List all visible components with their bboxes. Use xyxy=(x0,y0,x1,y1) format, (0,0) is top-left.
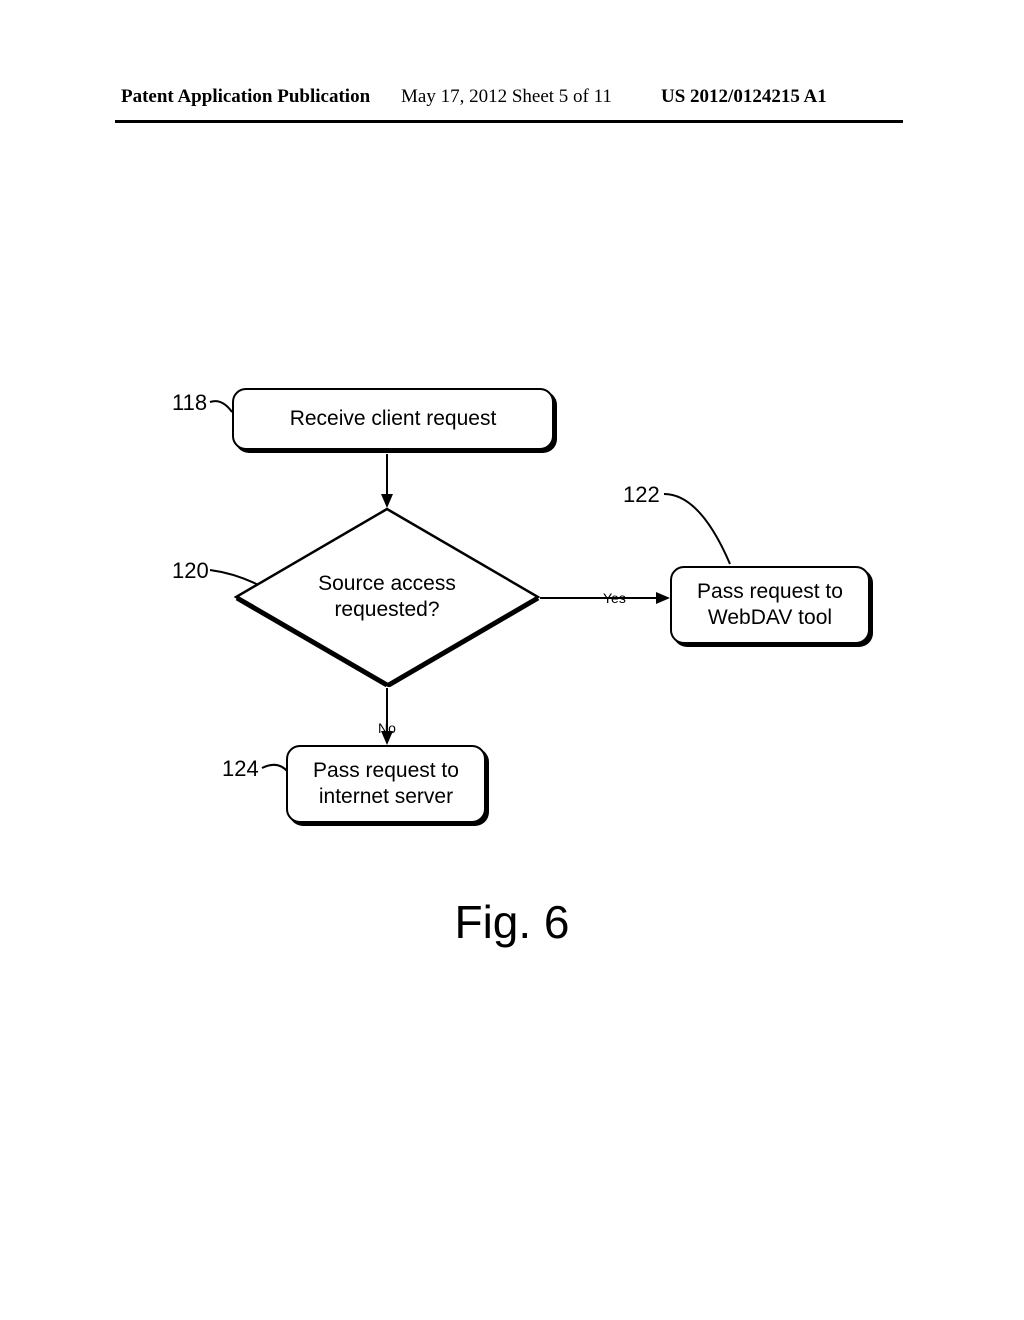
figure-caption: Fig. 6 xyxy=(0,895,1024,949)
decision-source-access-requested: Source access requested? xyxy=(234,507,540,687)
ref-120: 120 xyxy=(172,558,209,584)
box-124-text: Pass request to internet server xyxy=(313,758,459,811)
process-pass-to-webdav-tool: Pass request to WebDAV tool xyxy=(670,566,870,644)
ref-118: 118 xyxy=(172,390,207,416)
ref-122: 122 xyxy=(623,482,660,508)
box-122-text: Pass request to WebDAV tool xyxy=(697,579,843,632)
process-pass-to-internet-server: Pass request to internet server xyxy=(286,745,486,823)
process-receive-client-request: Receive client request xyxy=(232,388,554,450)
box-118-text: Receive client request xyxy=(290,406,497,432)
edge-label-no: No xyxy=(378,720,396,736)
edge-label-yes: Yes xyxy=(603,590,626,606)
figure-6: Receive client request Source access req… xyxy=(0,0,1024,1320)
diamond-120-text: Source access requested? xyxy=(318,571,456,624)
ref-124: 124 xyxy=(222,756,259,782)
